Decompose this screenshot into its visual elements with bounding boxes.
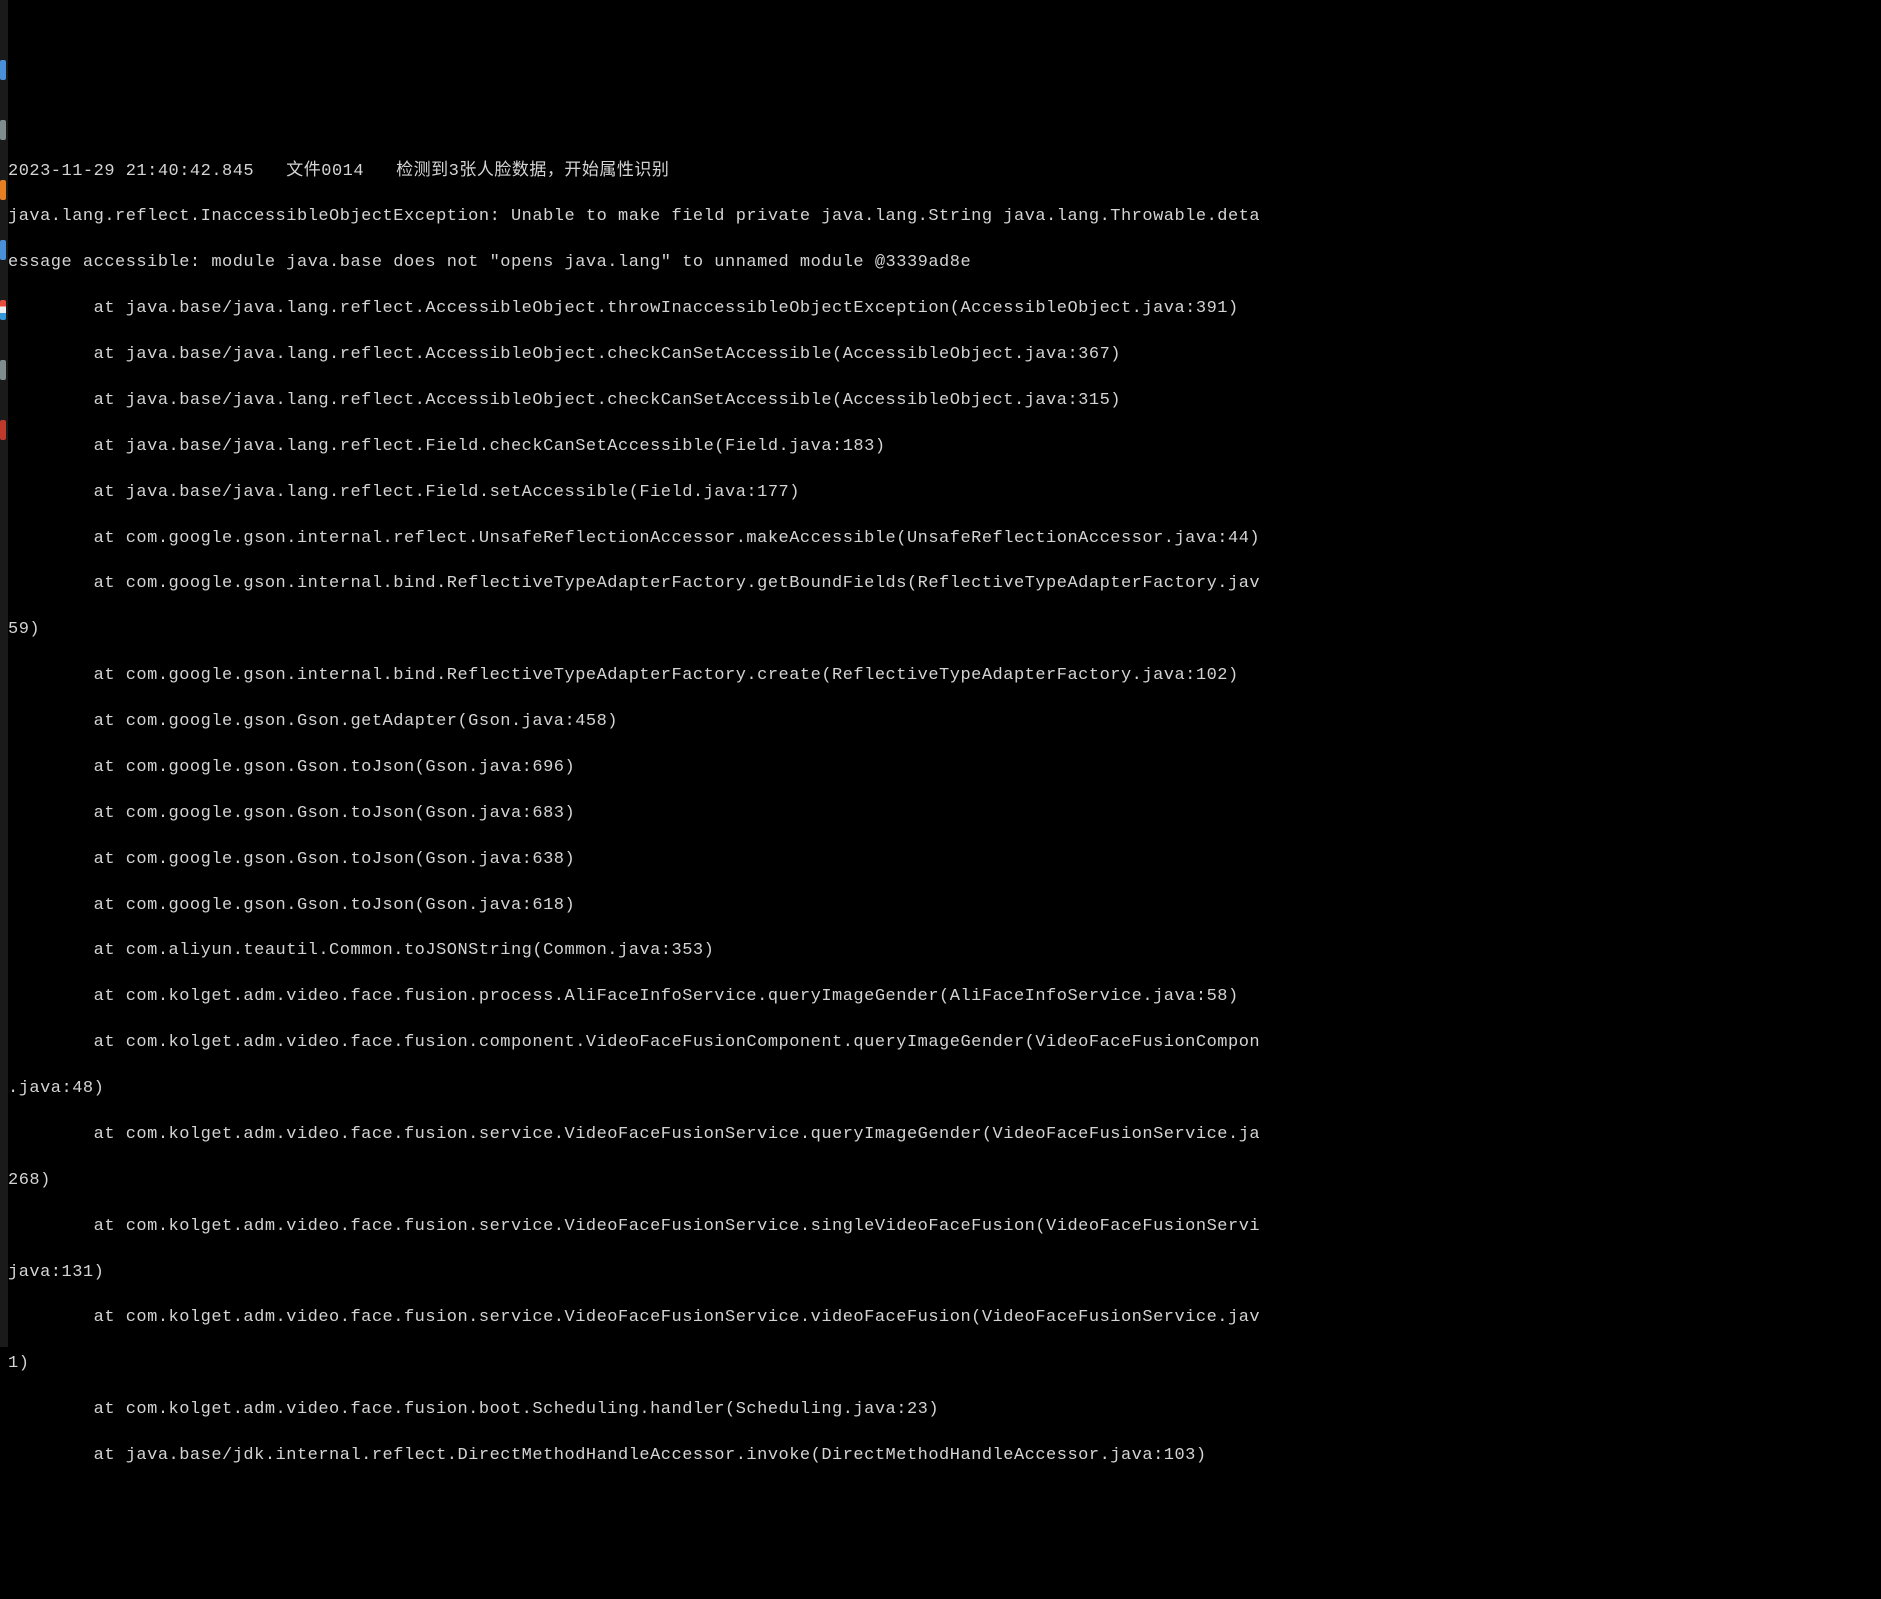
log-line: 268)	[8, 1170, 1881, 1193]
log-line: at java.base/java.lang.reflect.Field.set…	[8, 482, 1881, 505]
log-line: at com.kolget.adm.video.face.fusion.comp…	[8, 1032, 1881, 1055]
log-line: at java.base/java.lang.reflect.Field.che…	[8, 436, 1881, 459]
taskbar-icon-6[interactable]	[0, 360, 6, 380]
log-line: at com.aliyun.teautil.Common.toJSONStrin…	[8, 940, 1881, 963]
log-line: at com.kolget.adm.video.face.fusion.serv…	[8, 1307, 1881, 1330]
taskbar-icon-4[interactable]	[0, 240, 6, 260]
terminal-output[interactable]: 2023-11-29 21:40:42.845 文件0014 检测到3张人脸数据…	[8, 138, 1881, 1485]
log-line: at com.kolget.adm.video.face.fusion.proc…	[8, 986, 1881, 1009]
taskbar-sidebar	[0, 0, 8, 1347]
log-line: at com.google.gson.internal.reflect.Unsa…	[8, 528, 1881, 551]
taskbar-icon-5[interactable]	[0, 300, 6, 320]
log-line: at com.google.gson.internal.bind.Reflect…	[8, 573, 1881, 596]
log-line: at java.base/java.lang.reflect.Accessibl…	[8, 344, 1881, 367]
log-line: 1)	[8, 1353, 1881, 1376]
log-line: 59)	[8, 619, 1881, 642]
log-line: at com.google.gson.Gson.toJson(Gson.java…	[8, 849, 1881, 872]
log-line: at com.google.gson.Gson.toJson(Gson.java…	[8, 757, 1881, 780]
log-line: at java.base/java.lang.reflect.Accessibl…	[8, 390, 1881, 413]
log-line: java:131)	[8, 1262, 1881, 1285]
log-line: at com.kolget.adm.video.face.fusion.serv…	[8, 1124, 1881, 1147]
log-line: at com.google.gson.Gson.toJson(Gson.java…	[8, 803, 1881, 826]
taskbar-icon-1[interactable]	[0, 60, 6, 80]
log-line: at com.google.gson.Gson.toJson(Gson.java…	[8, 895, 1881, 918]
taskbar-icon-7[interactable]	[0, 420, 6, 440]
log-line: at com.kolget.adm.video.face.fusion.boot…	[8, 1399, 1881, 1422]
log-line: at com.kolget.adm.video.face.fusion.serv…	[8, 1216, 1881, 1239]
taskbar-icon-3[interactable]	[0, 180, 6, 200]
log-line: at com.google.gson.internal.bind.Reflect…	[8, 665, 1881, 688]
log-line: at java.base/jdk.internal.reflect.Direct…	[8, 1445, 1881, 1468]
log-line: essage accessible: module java.base does…	[8, 252, 1881, 275]
taskbar-icon-2[interactable]	[0, 120, 6, 140]
log-line: java.lang.reflect.InaccessibleObjectExce…	[8, 206, 1881, 229]
log-line: .java:48)	[8, 1078, 1881, 1101]
log-line: 2023-11-29 21:40:42.845 文件0014 检测到3张人脸数据…	[8, 161, 1881, 184]
log-line: at java.base/java.lang.reflect.Accessibl…	[8, 298, 1881, 321]
log-line: at com.google.gson.Gson.getAdapter(Gson.…	[8, 711, 1881, 734]
